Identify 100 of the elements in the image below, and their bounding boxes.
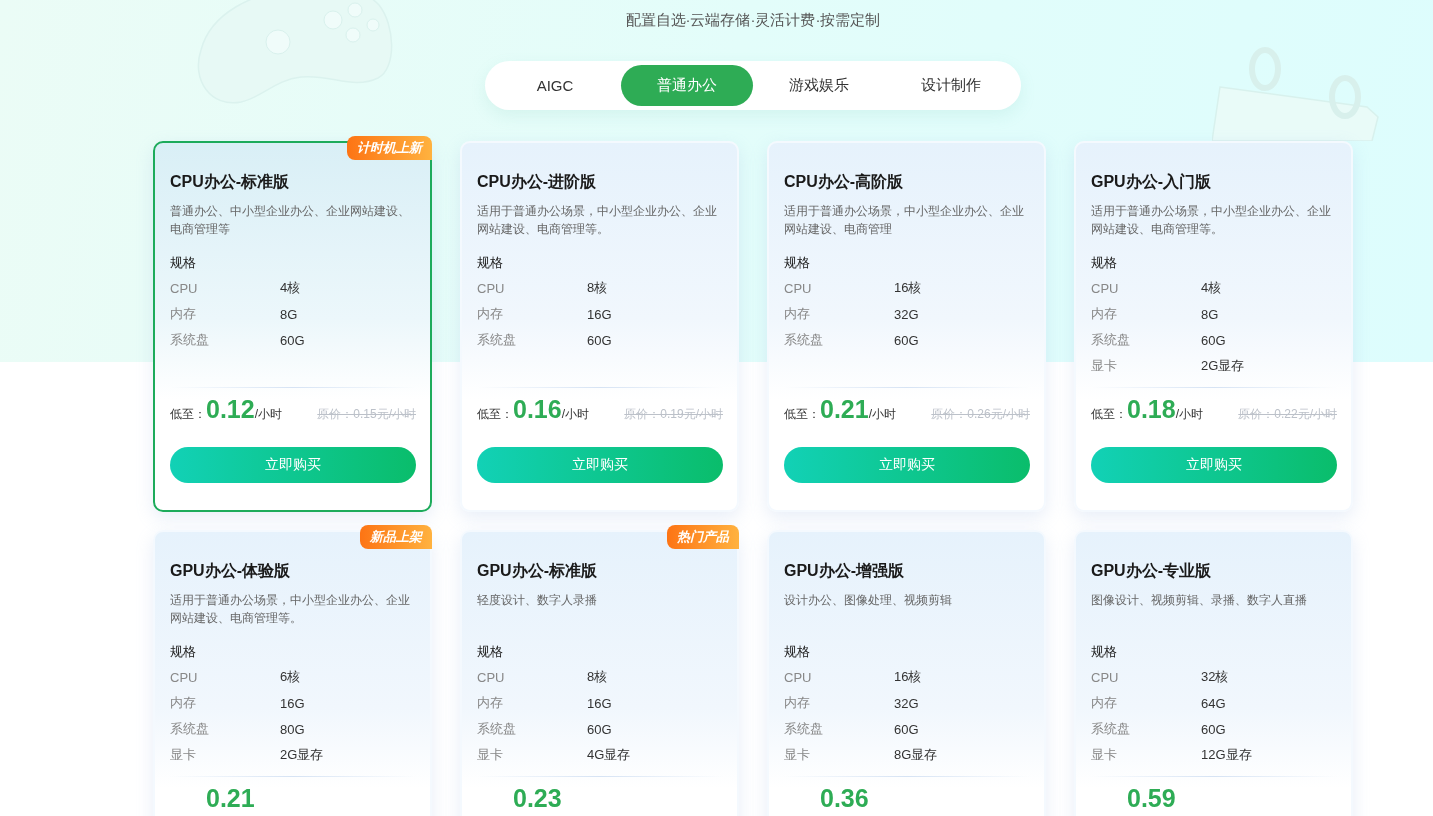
price-value: 0.36 <box>820 783 869 813</box>
price-prefix: 低至： <box>784 406 820 423</box>
plan-description: 设计办公、图像处理、视频剪辑 <box>784 592 953 609</box>
spec-value: 60G <box>587 332 612 348</box>
promo-badge: 热门产品 <box>667 525 739 549</box>
spec-label: CPU <box>1091 280 1120 296</box>
spec-label: 系统盘 <box>784 720 824 738</box>
spec-value: 60G <box>894 332 919 348</box>
price-value: 0.23 <box>513 783 562 813</box>
price-unit: /小时 <box>254 407 282 423</box>
spec-value: 60G <box>894 721 919 737</box>
price-value: 0.21 <box>820 394 869 424</box>
spec-label: 系统盘 <box>1091 331 1131 349</box>
original-price: 原价：0.26元/小时 <box>931 406 1030 423</box>
spec-value: 6核 <box>280 668 301 686</box>
spec-value: 64G <box>1201 695 1226 711</box>
spec-heading: 规格 <box>1091 643 1117 661</box>
spec-label: 系统盘 <box>170 331 210 349</box>
original-price: 原价：0.22元/小时 <box>1238 406 1337 423</box>
spec-value: 8G <box>1201 306 1219 322</box>
spec-value: 80G <box>280 721 305 737</box>
spec-value: 32G <box>894 695 919 711</box>
spec-label: CPU <box>784 280 813 296</box>
plan-card[interactable]: CPU办公-进阶版 适用于普通办公场景，中小型企业办公、企业网站建设、电商管理等。 规格 CPU 8核 内存 16G 系统盘 60G 低至：0.16/小时 原价：0.19元/小时 立即购买 <box>460 141 739 512</box>
spec-label: 内存 <box>784 305 811 323</box>
spec-label: CPU <box>170 669 199 685</box>
price-prefix: 低至： <box>477 406 513 423</box>
spec-label: 内存 <box>170 694 197 712</box>
spec-label: 显卡 <box>1091 746 1118 764</box>
spec-heading: 规格 <box>784 254 810 272</box>
price-prefix: 低至： <box>1091 406 1127 423</box>
spec-value: 16核 <box>894 668 922 686</box>
spec-value: 32核 <box>1201 668 1229 686</box>
spec-value: 60G <box>587 721 612 737</box>
page-subtitle: 配置自选·云端存储·灵活计费·按需定制 <box>625 10 881 30</box>
spec-label: 系统盘 <box>1091 720 1131 738</box>
spec-value: 32G <box>894 306 919 322</box>
spec-label: 显卡 <box>784 746 811 764</box>
price-prefix: 低至： <box>170 406 206 423</box>
spec-value: 8G <box>280 306 298 322</box>
spec-value: 8G显存 <box>894 746 938 764</box>
plan-description: 普通办公、中小型企业办公、企业网站建设、电商管理等 <box>170 203 411 238</box>
spec-heading: 规格 <box>477 643 503 661</box>
spec-value: 16G <box>587 306 612 322</box>
plan-title: GPU办公-标准版 <box>477 561 598 581</box>
category-tab[interactable]: 游戏娱乐 <box>753 65 885 106</box>
promo-badge: 计时机上新 <box>347 136 432 160</box>
spec-value: 12G显存 <box>1201 746 1252 764</box>
spec-value: 16G <box>280 695 305 711</box>
spec-heading: 规格 <box>784 643 810 661</box>
spec-label: 系统盘 <box>170 720 210 738</box>
spec-label: 显卡 <box>170 746 197 764</box>
spec-label: 内存 <box>477 694 504 712</box>
spec-heading: 规格 <box>170 254 196 272</box>
spec-value: 60G <box>1201 332 1226 348</box>
spec-label: CPU <box>170 280 199 296</box>
price-value: 0.18 <box>1127 394 1176 424</box>
plan-card[interactable]: CPU办公-高阶版 适用于普通办公场景，中小型企业办公、企业网站建设、电商管理 规格 CPU 16核 内存 32G 系统盘 60G 低至：0.21/小时 原价：0.26元/小时 立即购买 <box>767 141 1046 512</box>
spec-label: 内存 <box>784 694 811 712</box>
spec-label: 显卡 <box>1091 357 1118 375</box>
spec-label: 内存 <box>477 305 504 323</box>
plan-title: CPU办公-标准版 <box>170 172 291 192</box>
plan-title: GPU办公-增强版 <box>784 561 905 581</box>
promo-badge: 新品上架 <box>360 525 432 549</box>
plan-card[interactable]: GPU办公-增强版 设计办公、图像处理、视频剪辑 规格 CPU 16核 内存 32G 系统盘 60G 显卡 8G显存 0.36 <box>767 530 1046 816</box>
price-value: 0.16 <box>513 394 562 424</box>
spec-value: 8核 <box>587 279 608 297</box>
price-unit: /小时 <box>1175 407 1203 423</box>
original-price: 原价：0.19元/小时 <box>624 406 723 423</box>
price-value: 0.12 <box>206 394 255 424</box>
plan-card[interactable]: GPU办公-专业版 图像设计、视频剪辑、录播、数字人直播 规格 CPU 32核 内存 64G 系统盘 60G 显卡 12G显存 0.59 <box>1074 530 1353 816</box>
spec-value: 16G <box>587 695 612 711</box>
plan-description: 轻度设计、数字人录播 <box>477 592 598 609</box>
price-unit: /小时 <box>868 407 896 423</box>
spec-value: 8核 <box>587 668 608 686</box>
plan-title: CPU办公-高阶版 <box>784 172 905 192</box>
spec-label: 内存 <box>1091 305 1118 323</box>
spec-label: 系统盘 <box>477 720 517 738</box>
spec-value: 2G显存 <box>280 746 324 764</box>
spec-value: 60G <box>1201 721 1226 737</box>
spec-value: 4核 <box>280 279 301 297</box>
spec-value: 16核 <box>894 279 922 297</box>
spec-value: 4核 <box>1201 279 1222 297</box>
category-tab[interactable]: 设计制作 <box>885 65 1017 106</box>
spec-value: 60G <box>280 332 305 348</box>
plan-description: 适用于普通办公场景，中小型企业办公、企业网站建设、电商管理等。 <box>477 203 718 238</box>
original-price: 原价：0.15元/小时 <box>317 406 416 423</box>
spec-label: CPU <box>477 280 506 296</box>
spec-label: CPU <box>784 669 813 685</box>
plan-title: GPU办公-专业版 <box>1091 561 1212 581</box>
spec-heading: 规格 <box>477 254 503 272</box>
plan-description: 适用于普通办公场景，中小型企业办公、企业网站建设、电商管理等。 <box>1091 203 1332 238</box>
spec-label: CPU <box>1091 669 1120 685</box>
plan-card[interactable]: GPU办公-入门版 适用于普通办公场景，中小型企业办公、企业网站建设、电商管理等。 规格 CPU 4核 内存 8G 系统盘 60G 显卡 2G显存 低至：0.18/小时 原价：0.22元/小时 立即购买 <box>1074 141 1353 512</box>
price-value: 0.59 <box>1127 783 1176 813</box>
spec-label: 显卡 <box>477 746 504 764</box>
spec-heading: 规格 <box>170 643 196 661</box>
spec-label: CPU <box>477 669 506 685</box>
plan-description: 适用于普通办公场景，中小型企业办公、企业网站建设、电商管理 <box>784 203 1025 238</box>
category-tab[interactable]: AIGC <box>489 65 621 106</box>
